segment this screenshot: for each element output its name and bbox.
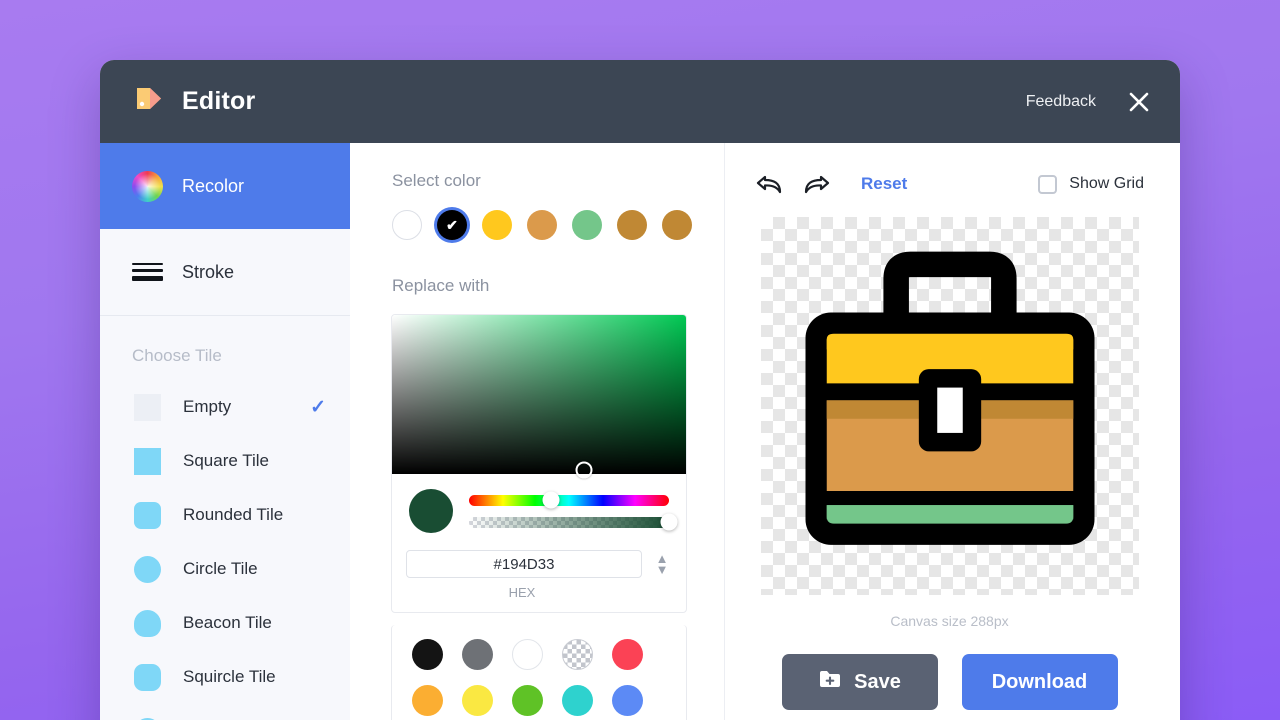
preset-white[interactable]: [512, 639, 543, 670]
alpha-slider[interactable]: [469, 513, 678, 531]
sidebar-item-label: Stroke: [182, 261, 235, 282]
preset-yellow[interactable]: [462, 685, 493, 716]
close-icon[interactable]: [1126, 89, 1152, 115]
preset-orange[interactable]: [412, 685, 443, 716]
current-color-preview: [409, 489, 453, 533]
choose-tile-heading: Choose Tile: [132, 346, 222, 365]
tile-option-label: Squircle Tile: [183, 667, 276, 686]
artwork-canvas[interactable]: [760, 217, 1139, 595]
download-button[interactable]: Download: [961, 654, 1118, 710]
swatch-white[interactable]: [392, 210, 422, 240]
action-buttons: Save Download: [755, 654, 1144, 710]
tile-swatch-icon: [134, 555, 161, 583]
folder-plus-icon: [818, 668, 842, 696]
swatch-green[interactable]: [572, 210, 602, 240]
stroke-lines-icon: [132, 263, 163, 281]
tile-option-label: Square Tile: [183, 451, 269, 470]
color-wheel-icon: [132, 170, 163, 202]
swatch-check-icon: ✔: [446, 216, 458, 233]
canvas-size-label: Canvas size 288px: [890, 613, 1009, 629]
chevron-down-icon[interactable]: ▼: [656, 563, 669, 576]
swatch-bronze-2[interactable]: [662, 210, 692, 240]
tile-option-squircle[interactable]: Squircle Tile: [100, 650, 350, 704]
tile-option-label: Beacon Tile: [183, 613, 272, 632]
tile-swatch-icon: [134, 447, 161, 475]
swatch-yellow[interactable]: [482, 210, 512, 240]
reset-button[interactable]: Reset: [861, 174, 907, 194]
tile-option-rounded[interactable]: Rounded Tile: [100, 488, 350, 542]
sidebar-item-stroke[interactable]: Stroke: [100, 229, 350, 315]
tile-option-label: Rounded Tile: [183, 505, 284, 524]
tile-swatch-icon: [134, 609, 161, 637]
preset-blue[interactable]: [612, 685, 643, 716]
select-color-heading: Select color: [392, 171, 481, 190]
show-grid-label: Show Grid: [1069, 175, 1144, 192]
show-grid-toggle[interactable]: Show Grid: [1038, 174, 1144, 194]
hue-slider-knob[interactable]: [542, 491, 560, 509]
tile-option-beacon[interactable]: Beacon Tile: [100, 596, 350, 650]
alpha-slider-knob[interactable]: [660, 513, 678, 531]
download-button-label: Download: [991, 670, 1088, 693]
sidebar-item-recolor[interactable]: Recolor: [100, 143, 361, 229]
redo-arrow-icon[interactable]: [802, 171, 831, 197]
saturation-value-area[interactable]: [392, 315, 686, 479]
hex-input[interactable]: [406, 550, 642, 578]
tile-selected-check-icon: ✓: [310, 396, 326, 418]
source-swatch-row: ✔: [350, 210, 724, 240]
title-bar: Editor Feedback: [100, 60, 1180, 143]
swatch-tan[interactable]: [527, 210, 557, 240]
show-grid-checkbox[interactable]: [1038, 174, 1058, 194]
app-title: Editor: [182, 87, 256, 115]
replace-with-heading: Replace with: [392, 276, 490, 295]
preview-toolbar: Reset Show Grid: [755, 169, 1144, 199]
sv-cursor-handle[interactable]: [575, 461, 593, 479]
tag-logo-icon: [132, 82, 166, 121]
tile-option-square[interactable]: Square Tile: [100, 434, 350, 488]
recolor-panel: Select color ✔ Replace with #194D33 ▲ ▼ …: [350, 143, 725, 720]
feedback-link[interactable]: Feedback: [1026, 93, 1096, 111]
hex-stepper[interactable]: ▲ ▼: [652, 552, 672, 576]
briefcase-illustration: [805, 251, 1094, 545]
tile-swatch-icon: [134, 663, 161, 691]
preset-green[interactable]: [512, 685, 543, 716]
hue-slider[interactable]: [469, 491, 669, 509]
tile-option-empty[interactable]: Empty ✓: [100, 380, 350, 434]
preset-transparent[interactable]: [562, 639, 593, 670]
tile-swatch-icon: [134, 501, 161, 529]
preset-red[interactable]: [612, 639, 643, 670]
sidebar-item-label: Recolor: [182, 175, 245, 196]
save-button-label: Save: [854, 670, 901, 693]
hex-format-label: HEX: [508, 585, 536, 600]
undo-arrow-icon[interactable]: [755, 171, 784, 197]
preset-palette: [391, 625, 687, 720]
tile-option-label: Empty: [183, 397, 232, 416]
swatch-bronze[interactable]: [617, 210, 647, 240]
brand: Editor: [132, 82, 255, 121]
tile-option-label: Circle Tile: [183, 559, 258, 578]
preset-black[interactable]: [412, 639, 443, 670]
tile-option-horn[interactable]: Horn Tile: [100, 704, 350, 720]
sidebar: Recolor Stroke Choose Tile Empty ✓ Squar…: [100, 143, 361, 720]
color-picker: ▲ ▼ HEX: [391, 314, 687, 613]
preview-panel: Reset Show Grid Canvas size 288px Save D…: [725, 143, 1180, 720]
preset-gray[interactable]: [462, 639, 493, 670]
tile-swatch-icon: [134, 393, 161, 421]
save-button[interactable]: Save: [781, 654, 938, 710]
swatch-black[interactable]: ✔: [437, 210, 467, 240]
preset-teal[interactable]: [562, 685, 593, 716]
tile-option-circle[interactable]: Circle Tile: [100, 542, 350, 596]
editor-window: Editor Feedback Recolor Stroke Choose Ti…: [100, 60, 1180, 720]
